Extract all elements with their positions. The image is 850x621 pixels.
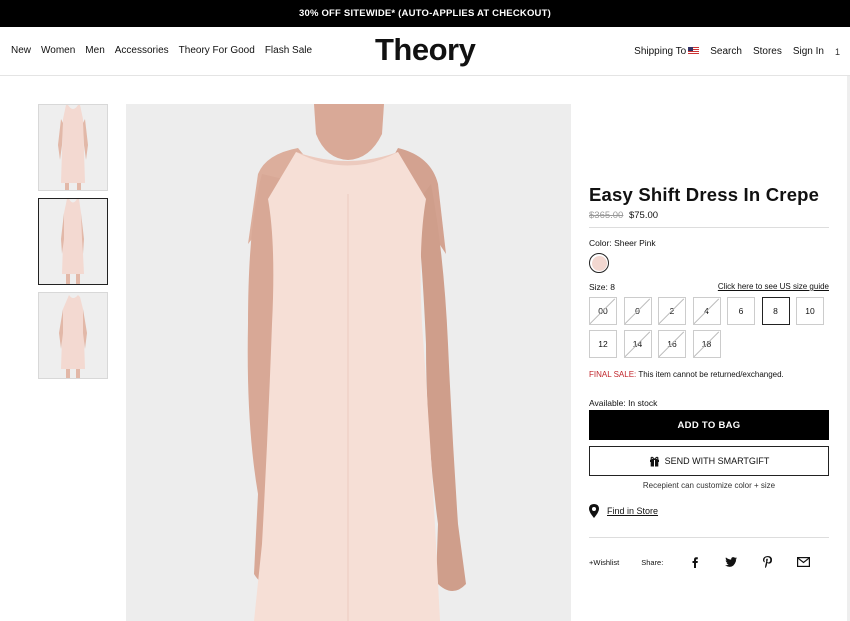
- facebook-icon[interactable]: [677, 556, 713, 568]
- final-sale-label: FINAL SALE:: [589, 370, 637, 379]
- size-option-0[interactable]: 0: [623, 297, 652, 325]
- price-row: $365.00 $75.00: [589, 210, 829, 228]
- product-title: Easy Shift Dress In Crepe: [589, 184, 820, 205]
- color-line: Color: Sheer Pink: [589, 238, 829, 248]
- size-row: Size: 8 Click here to see US size guide: [589, 282, 829, 292]
- color-label: Color:: [589, 238, 612, 248]
- main-nav: New Women Men Accessories Theory For Goo…: [11, 45, 312, 56]
- gift-icon: [649, 456, 659, 466]
- recipient-note: Recepient can customize color + size: [642, 481, 776, 490]
- dress-side-thumb-image: [53, 293, 93, 378]
- promo-banner: 30% OFF SITEWIDE* (AUTO-APPLIES AT CHECK…: [0, 0, 850, 27]
- size-option-10[interactable]: 10: [796, 297, 824, 325]
- utility-nav: Shipping To Search Stores Sign In 1: [634, 46, 840, 57]
- email-icon[interactable]: [785, 557, 821, 567]
- nav-men[interactable]: Men: [85, 45, 104, 56]
- us-flag-icon: [688, 47, 700, 56]
- availability: Available: In stock: [589, 398, 658, 408]
- search-link[interactable]: Search: [710, 46, 742, 57]
- shipping-label: Shipping To: [634, 46, 687, 57]
- product-thumbnail-3[interactable]: [38, 292, 108, 379]
- size-grid: 00 0 2 4 6 8 10 12 14 16 18: [589, 297, 829, 358]
- shipping-to-link[interactable]: Shipping To: [634, 46, 700, 57]
- final-sale-notice: FINAL SALE: This item cannot be returned…: [589, 370, 829, 379]
- stores-link[interactable]: Stores: [753, 46, 782, 57]
- nav-theory-for-good[interactable]: Theory For Good: [179, 45, 255, 56]
- product-thumbnail-1[interactable]: [38, 104, 108, 191]
- pinterest-icon[interactable]: [749, 556, 785, 568]
- dress-main-image: [126, 104, 571, 621]
- size-line: Size: 8: [589, 282, 615, 292]
- site-header: New Women Men Accessories Theory For Goo…: [0, 27, 850, 76]
- nav-new[interactable]: New: [11, 45, 31, 56]
- size-option-6[interactable]: 6: [727, 297, 755, 325]
- final-sale-text: This item cannot be returned/exchanged.: [638, 370, 784, 379]
- main-product-image[interactable]: [126, 104, 571, 621]
- size-option-2[interactable]: 2: [658, 297, 686, 325]
- size-option-8[interactable]: 8: [761, 297, 790, 325]
- sale-price: $75.00: [628, 210, 659, 221]
- product-details: Easy Shift Dress In Crepe $365.00 $75.00…: [589, 184, 829, 518]
- color-swatch-sheer-pink[interactable]: [589, 253, 609, 273]
- twitter-icon[interactable]: [713, 557, 749, 567]
- size-label: Size:: [589, 282, 608, 292]
- size-value: 8: [610, 282, 616, 292]
- promo-text: 30% OFF SITEWIDE* (AUTO-APPLIES AT CHECK…: [299, 8, 551, 19]
- dress-front-thumb-image: [53, 105, 93, 190]
- nav-accessories[interactable]: Accessories: [115, 45, 169, 56]
- swatch-fill: [591, 255, 607, 271]
- map-pin-icon: [589, 504, 599, 518]
- nav-women[interactable]: Women: [41, 45, 75, 56]
- add-to-bag-button[interactable]: ADD TO BAG: [589, 410, 829, 440]
- site-logo[interactable]: Theory: [375, 32, 476, 68]
- wishlist-link[interactable]: +Wishlist: [589, 558, 619, 567]
- nav-flash-sale[interactable]: Flash Sale: [265, 45, 312, 56]
- original-price: $365.00: [589, 210, 624, 221]
- size-guide-link[interactable]: Click here to see US size guide: [718, 282, 829, 292]
- size-option-00[interactable]: 00: [589, 297, 617, 325]
- size-option-18[interactable]: 18: [692, 330, 721, 358]
- product-thumbnail-2[interactable]: [38, 198, 108, 285]
- share-label: Share:: [641, 557, 664, 567]
- size-option-4[interactable]: 4: [692, 297, 721, 325]
- smartgift-label: SEND WITH SMARTGIFT: [664, 456, 770, 466]
- bag-count[interactable]: 1: [835, 47, 840, 57]
- size-option-14[interactable]: 14: [623, 330, 652, 358]
- smartgift-button[interactable]: SEND WITH SMARTGIFT: [589, 446, 829, 476]
- share-row: +Wishlist Share:: [589, 537, 829, 568]
- size-option-16[interactable]: 16: [658, 330, 686, 358]
- dress-angle-thumb-image: [53, 199, 93, 284]
- color-value: Sheer Pink: [614, 238, 656, 248]
- find-in-store-link[interactable]: Find in Store: [607, 506, 658, 516]
- sign-in-link[interactable]: Sign In: [793, 46, 824, 57]
- find-in-store-row: Find in Store: [589, 504, 829, 518]
- size-option-12[interactable]: 12: [589, 330, 617, 358]
